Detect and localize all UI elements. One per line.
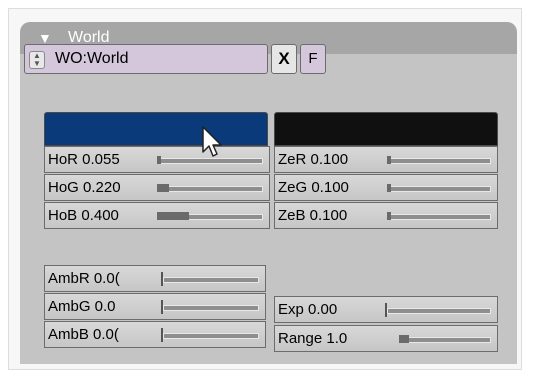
slider-track	[163, 277, 259, 283]
slider-fill	[387, 184, 391, 192]
slider-label: AmbG 0.0	[48, 298, 116, 315]
ambient-green-slider[interactable]: AmbG 0.0	[44, 293, 266, 320]
slider-label: ZeB 0.100	[278, 207, 348, 224]
zenith-blue-slider[interactable]: ZeB 0.100	[274, 202, 498, 229]
slider-fill	[399, 335, 409, 343]
slider-label: HoB 0.400	[48, 207, 119, 224]
slider-handle	[161, 328, 163, 342]
unlink-button[interactable]: X	[271, 44, 297, 74]
slider-track	[163, 305, 259, 311]
zenith-green-slider[interactable]: ZeG 0.100	[274, 174, 498, 201]
horizon-red-slider[interactable]: HoR 0.055	[44, 146, 270, 173]
horizon-blue-slider[interactable]: HoB 0.400	[44, 202, 270, 229]
slider-label: Exp 0.00	[278, 301, 338, 318]
browse-datablock-icon[interactable]: ▲ ▼	[29, 51, 45, 69]
slider-track	[401, 337, 491, 343]
slider-track	[159, 186, 263, 192]
slider-track	[389, 186, 491, 192]
mouse-cursor-icon	[202, 126, 222, 157]
world-datablock-field[interactable]: ▲ ▼ WO:World	[24, 44, 268, 74]
slider-label: AmbR 0.0(	[48, 270, 120, 287]
slider-fill	[157, 212, 189, 220]
zenith-color-swatch[interactable]	[274, 112, 498, 146]
slider-track	[163, 333, 259, 339]
zenith-red-slider[interactable]: ZeR 0.100	[274, 146, 498, 173]
slider-fill	[157, 184, 169, 192]
slider-handle	[161, 272, 163, 286]
slider-label: Range 1.0	[278, 330, 348, 347]
exposure-slider[interactable]: Exp 0.00	[274, 296, 498, 323]
ambient-blue-slider[interactable]: AmbB 0.0(	[44, 321, 266, 348]
slider-fill	[387, 212, 391, 220]
horizon-color-swatch[interactable]	[44, 112, 268, 146]
slider-label: ZeG 0.100	[278, 179, 349, 196]
slider-handle	[385, 303, 387, 317]
slider-track	[389, 214, 491, 220]
datablock-name[interactable]: WO:World	[55, 45, 128, 73]
horizon-green-slider[interactable]: HoG 0.220	[44, 174, 270, 201]
slider-label: HoG 0.220	[48, 179, 121, 196]
slider-label: AmbB 0.0(	[48, 326, 119, 343]
slider-fill	[157, 156, 161, 164]
slider-track	[387, 308, 491, 314]
slider-label: HoR 0.055	[48, 151, 120, 168]
slider-track	[389, 158, 491, 164]
slider-label: ZeR 0.100	[278, 151, 349, 168]
ambient-red-slider[interactable]: AmbR 0.0(	[44, 265, 266, 292]
slider-fill	[387, 156, 391, 164]
fake-user-button[interactable]: F	[300, 44, 326, 74]
range-slider[interactable]: Range 1.0	[274, 325, 498, 352]
slider-handle	[161, 300, 163, 314]
